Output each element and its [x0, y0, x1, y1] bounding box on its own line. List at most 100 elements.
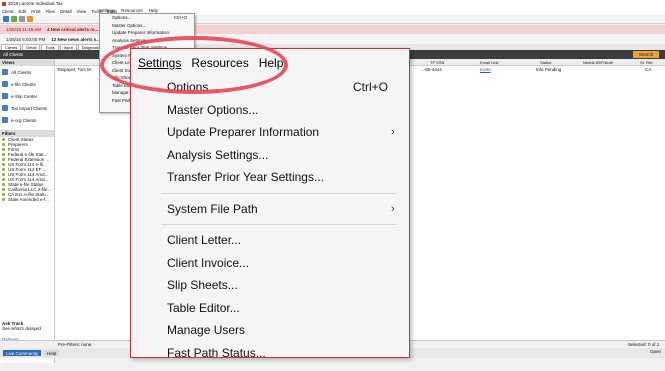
- menu-item-system-file-path[interactable]: System File Path ›: [131, 198, 408, 221]
- menu-separator: [161, 192, 396, 194]
- sidebar-item-label: All Clients: [11, 69, 32, 75]
- sidebar-item-tax-import[interactable]: Tax Import Clients: [0, 102, 54, 114]
- mini-menu-item[interactable]: Master Options...: [100, 22, 194, 30]
- new-client-icon[interactable]: [3, 16, 9, 22]
- sidebar-item-efile-clients[interactable]: e-file Clients: [0, 78, 54, 90]
- open-button[interactable]: Open: [650, 349, 661, 354]
- mini-menu-item-label: Options...: [112, 15, 132, 21]
- menu-item-fast-path-status[interactable]: Fast Path Status...: [131, 342, 408, 365]
- highlight-ellipse: [100, 36, 288, 94]
- sidebar-item-all-clients[interactable]: All Clients: [0, 66, 54, 78]
- filter-item[interactable]: State Amended e-f...: [0, 197, 54, 202]
- filter-icon: [2, 158, 5, 161]
- menu-edit[interactable]: Edit: [19, 9, 27, 14]
- help-button[interactable]: Help: [44, 350, 60, 356]
- filters-title: Filters: [0, 130, 54, 137]
- mini-menu-shortcut: Ctrl+O: [173, 15, 187, 21]
- filter-icon: [2, 178, 5, 181]
- menu-item-label: Client Letter...: [167, 233, 242, 248]
- ask-track-subtitle: See what's delayed: [2, 326, 41, 331]
- menu-item-label: Manage Users: [167, 323, 246, 338]
- sidebar-item-label: Tax Import Clients: [11, 105, 48, 111]
- sidebar-item-label: e-Slip Center: [11, 93, 38, 99]
- menu-item-analysis-settings[interactable]: Analysis Settings...: [131, 144, 408, 167]
- cell-email-invite[interactable]: Invite: [480, 67, 491, 72]
- app-logo-icon: [2, 1, 6, 6]
- col-needs-kep[interactable]: Needs KEP/Auth: [583, 60, 613, 65]
- search-button[interactable]: Search: [633, 51, 659, 58]
- views-title: Views: [0, 59, 54, 66]
- mini-menu-item-label: Master Options...: [112, 22, 147, 28]
- efile-icon[interactable]: [27, 16, 33, 22]
- mini-menu-item-label: Update Preparer Information: [112, 30, 170, 36]
- menu-item-label: Transfer Prior Year Settings...: [167, 170, 324, 185]
- filter-icon: [2, 188, 5, 191]
- mini-menu-item[interactable]: Options... Ctrl+O: [100, 14, 194, 22]
- menu-item-slip-sheets[interactable]: Slip Sheets...: [131, 274, 408, 297]
- filter-label: State Amended e-f...: [8, 197, 50, 202]
- filter-icon: [2, 168, 5, 171]
- menu-item-client-invoice[interactable]: Client Invoice...: [131, 252, 408, 275]
- col-tp-ssn[interactable]: TP SSN: [430, 60, 444, 65]
- menu-detail[interactable]: Detail: [60, 9, 72, 14]
- alert-time: 1/25/15 11:45 AM: [6, 27, 41, 32]
- status-left: Pre-Filters: none: [58, 342, 92, 347]
- menu-item-shortcut: Ctrl+O: [353, 80, 389, 95]
- eslip-icon: [2, 93, 8, 99]
- status-right: Selected: 0 of 1: [628, 342, 660, 347]
- cell-ssn: ...-55-4444: [420, 67, 442, 72]
- menu-separator: [161, 224, 396, 225]
- settings-menu-items: Options... Ctrl+O Master Options... Upda…: [131, 76, 408, 364]
- sidebar-item-label: e-org Clients: [11, 117, 37, 123]
- menu-item-label: Client Invoice...: [167, 255, 250, 270]
- chevron-right-icon: ›: [391, 126, 395, 139]
- col-status[interactable]: Status: [540, 60, 551, 65]
- menu-item-master-options[interactable]: Master Options...: [131, 99, 408, 122]
- filter-icon: [2, 193, 5, 196]
- cell-status: Info Pending: [536, 67, 562, 72]
- live-community-button[interactable]: Live Community: [3, 350, 42, 356]
- filter-icon: [2, 183, 5, 186]
- sidebar-item-eslip-center[interactable]: e-Slip Center: [0, 90, 54, 102]
- title-bar: 2018 Lacerte Individual Tax: [0, 0, 665, 7]
- cell-state: CA: [645, 67, 652, 72]
- col-st-ret[interactable]: St. Ret.: [640, 60, 653, 65]
- menu-item-label: Table Editor...: [167, 300, 240, 315]
- open-client-icon[interactable]: [11, 16, 17, 22]
- menu-item-table-editor[interactable]: Table Editor...: [131, 297, 408, 320]
- menu-item-label: Fast Path Status...: [167, 345, 266, 360]
- sidebar-item-eorg-clients[interactable]: e-org Clients: [0, 114, 54, 126]
- cell-name: Taxpayer, Tom M: [57, 67, 91, 72]
- efile-icon: [2, 81, 8, 87]
- alert-message: 12 New news alerts s...: [51, 37, 101, 42]
- filter-icon: [2, 163, 5, 166]
- print-icon[interactable]: [19, 16, 25, 22]
- col-email-link[interactable]: Email Link: [480, 60, 498, 65]
- menu-item-label: System File Path: [167, 201, 258, 216]
- alert-time: 1/25/15 5:03:00 PM: [6, 37, 46, 42]
- menu-item-manage-users[interactable]: Manage Users: [131, 319, 408, 342]
- settings-menu-callout: Settings Resources Help Options... Ctrl+…: [130, 48, 410, 360]
- sidebar: Views All Clients e-file Clients e-Slip …: [0, 59, 55, 363]
- menu-item-label: Master Options...: [167, 102, 259, 117]
- filter-icon: [2, 173, 5, 176]
- menu-item-transfer-prior-year[interactable]: Transfer Prior Year Settings...: [131, 166, 408, 189]
- eorg-icon: [2, 117, 8, 123]
- menu-item-update-preparer[interactable]: Update Preparer Information ›: [131, 121, 408, 144]
- menu-item-client-letter[interactable]: Client Letter...: [131, 229, 408, 252]
- menu-view[interactable]: View: [77, 9, 87, 14]
- menu-files[interactable]: Files: [46, 9, 56, 14]
- filter-icon: [2, 143, 5, 146]
- menu-item-label: Update Preparer Information: [167, 125, 320, 140]
- filter-icon: [2, 198, 5, 201]
- menu-print[interactable]: Print: [31, 9, 40, 14]
- list-title: All Clients: [3, 52, 24, 57]
- filter-icon: [2, 138, 5, 141]
- app-title: 2018 Lacerte Individual Tax: [8, 1, 63, 6]
- alert-message: 4 New critical alerts re...: [46, 27, 99, 32]
- menu-client[interactable]: Client: [2, 9, 14, 14]
- clients-icon: [2, 69, 8, 75]
- chevron-right-icon: ›: [391, 202, 395, 215]
- menu-item-label: Analysis Settings...: [167, 147, 269, 162]
- menu-item-label: Slip Sheets...: [167, 278, 238, 293]
